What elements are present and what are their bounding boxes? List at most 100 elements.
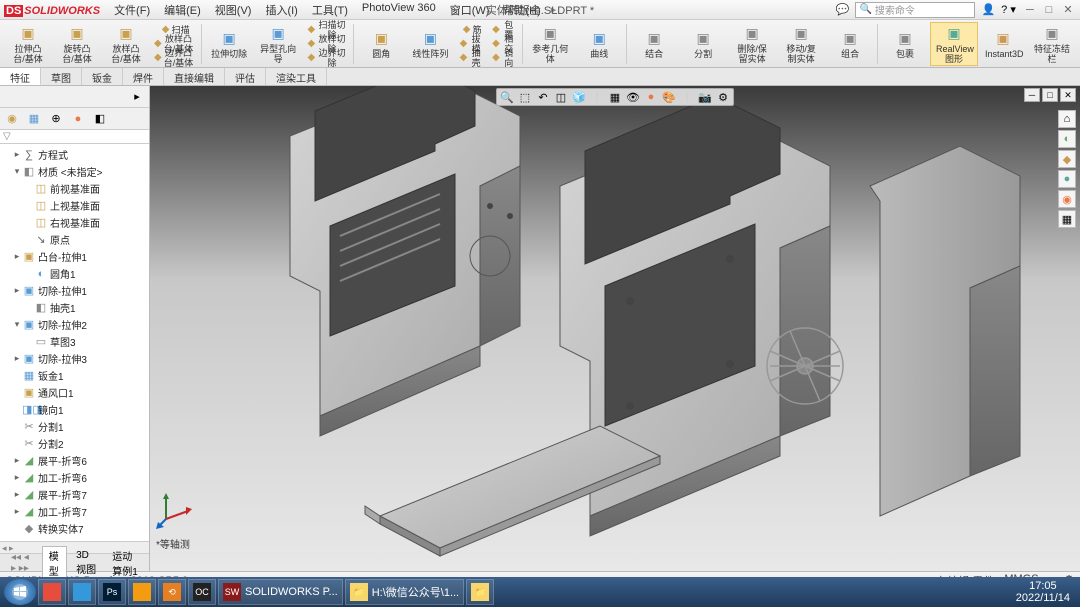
tree-item[interactable]: ✂分割1 bbox=[0, 418, 149, 435]
filter-icon[interactable]: ▽ bbox=[3, 131, 11, 142]
tree-item[interactable]: ▣通风口1 bbox=[0, 384, 149, 401]
vp-face-icon[interactable]: ◐ bbox=[1058, 130, 1076, 148]
ribbon-button[interactable]: ▣Instant3D bbox=[979, 22, 1027, 66]
ribbon-button-small[interactable]: ◆边界切除 bbox=[303, 51, 350, 65]
hide-show-icon[interactable]: 👁 bbox=[626, 90, 640, 104]
model-tab[interactable]: 运动算例1 bbox=[105, 546, 145, 580]
ribbon-button[interactable]: ▣结合 bbox=[630, 22, 678, 66]
ribbon-button[interactable]: ▣线性阵列 bbox=[406, 22, 454, 66]
taskbar-item[interactable]: ⟲ bbox=[158, 579, 186, 605]
taskbar-item[interactable] bbox=[38, 579, 66, 605]
settings-icon[interactable]: ⚙ bbox=[716, 90, 730, 104]
display-style-icon[interactable]: ▦ bbox=[608, 90, 622, 104]
ribbon-button[interactable]: ▣拉伸切除 bbox=[205, 22, 253, 66]
display-icon[interactable]: ◧ bbox=[92, 111, 108, 127]
ribbon-button[interactable]: ▣旋转凸台/基体 bbox=[53, 22, 101, 66]
ribbon-button[interactable]: ▣异型孔向导 bbox=[254, 22, 302, 66]
balloon-icon[interactable]: 💬 bbox=[836, 3, 850, 16]
appearance-icon[interactable]: ● bbox=[70, 111, 86, 127]
ribbon-button[interactable]: ▣拉伸凸台/基体 bbox=[4, 22, 52, 66]
vp-tool1-icon[interactable]: ◆ bbox=[1058, 150, 1076, 168]
tree-item[interactable]: ▦钣金1 bbox=[0, 367, 149, 384]
tree-item[interactable]: ◫前视基准面 bbox=[0, 180, 149, 197]
minimize-button[interactable]: ─ bbox=[1022, 4, 1038, 16]
ribbon-button-small[interactable]: ◆抽壳 bbox=[455, 51, 487, 65]
start-button[interactable] bbox=[4, 579, 36, 605]
tree-item[interactable]: ▭草图3 bbox=[0, 333, 149, 350]
taskbar-item[interactable]: SWSOLIDWORKS P... bbox=[218, 579, 343, 605]
ribbon-button[interactable]: ▣包裹 bbox=[881, 22, 929, 66]
ribbon-button[interactable]: ▣分割 bbox=[679, 22, 727, 66]
ribbon-button[interactable]: ▣移动/复制实体 bbox=[777, 22, 825, 66]
ribbon-button-small[interactable]: ◆边界凸台/基体 bbox=[151, 51, 198, 65]
tree-item[interactable]: ▸▣凸台-拉伸1 bbox=[0, 248, 149, 265]
menu-item[interactable]: PhotoView 360 bbox=[356, 0, 442, 20]
taskbar-item[interactable] bbox=[68, 579, 96, 605]
tree-item[interactable]: ▸◢展平-折弯6 bbox=[0, 452, 149, 469]
search-input[interactable]: 🔍搜索命令 bbox=[855, 2, 975, 18]
ribbon-tab[interactable]: 钣金 bbox=[82, 68, 123, 85]
taskbar-item[interactable]: 📁 bbox=[466, 579, 494, 605]
ribbon-button[interactable]: ▣参考几何体 bbox=[526, 22, 574, 66]
taskbar-item[interactable]: 📁H:\微信公众号\1... bbox=[345, 579, 464, 605]
appearance-icon2[interactable]: ● bbox=[644, 90, 658, 104]
user-icon[interactable]: 👤 bbox=[981, 3, 995, 16]
taskbar-item[interactable]: OC bbox=[188, 579, 216, 605]
view-triad[interactable] bbox=[156, 489, 196, 529]
model-tab[interactable]: 模型 bbox=[42, 546, 67, 580]
tree-item[interactable]: ▸∑方程式 bbox=[0, 146, 149, 163]
config-icon[interactable]: ▦ bbox=[26, 111, 42, 127]
tree-item[interactable]: ▸◢展平-折弯7 bbox=[0, 486, 149, 503]
render-icon[interactable]: 📷 bbox=[698, 90, 712, 104]
ribbon-tab[interactable]: 评估 bbox=[225, 68, 266, 85]
tree-item[interactable]: ▾▣切除-拉伸2 bbox=[0, 316, 149, 333]
ribbon-button[interactable]: ▣曲线 bbox=[575, 22, 623, 66]
feature-tree[interactable]: ▸∑方程式▾◧材质 <未指定>◫前视基准面◫上视基准面◫右视基准面↘原点▸▣凸台… bbox=[0, 144, 149, 541]
vp-home-icon[interactable]: ⌂ bbox=[1058, 110, 1076, 128]
prev-view-icon[interactable]: ↶ bbox=[536, 90, 550, 104]
tree-item[interactable]: ↘原点 bbox=[0, 231, 149, 248]
menu-item[interactable]: 文件(F) bbox=[108, 0, 156, 20]
menu-item[interactable]: 视图(V) bbox=[209, 0, 258, 20]
close-button[interactable]: ✕ bbox=[1060, 3, 1076, 16]
tree-item[interactable]: ✂分割2 bbox=[0, 435, 149, 452]
ribbon-tab[interactable]: 特征 bbox=[0, 68, 41, 85]
help-icon[interactable]: ? ▾ bbox=[1001, 3, 1016, 16]
taskbar-item[interactable] bbox=[128, 579, 156, 605]
vp-tool3-icon[interactable]: ◉ bbox=[1058, 190, 1076, 208]
orient-icon[interactable]: 🧊 bbox=[572, 90, 586, 104]
menu-item[interactable]: 编辑(E) bbox=[158, 0, 207, 20]
3d-viewport[interactable]: 🔍 ⬚ ↶ ◫ 🧊 | ▦ 👁 ● 🎨 | 📷 ⚙ ─ □ ✕ ⌂ ◐ ◆ ● … bbox=[150, 86, 1080, 571]
menu-item[interactable]: 工具(T) bbox=[306, 0, 354, 20]
ribbon-tab[interactable]: 焊件 bbox=[123, 68, 164, 85]
ribbon-tab[interactable]: 草图 bbox=[41, 68, 82, 85]
taskbar-item[interactable]: Ps bbox=[98, 579, 126, 605]
panel-pin-icon[interactable]: ▸ bbox=[129, 89, 145, 105]
tree-item[interactable]: ▸◢加工-折弯7 bbox=[0, 503, 149, 520]
tree-item[interactable]: ▸▣切除-拉伸1 bbox=[0, 282, 149, 299]
maximize-button[interactable]: □ bbox=[1041, 4, 1057, 16]
tree-item[interactable]: ◫上视基准面 bbox=[0, 197, 149, 214]
section-icon[interactable]: ◫ bbox=[554, 90, 568, 104]
model-tab[interactable]: 3D 视图 bbox=[69, 548, 103, 578]
ribbon-button[interactable]: ▣组合 bbox=[826, 22, 874, 66]
prop-icon[interactable]: ⊕ bbox=[48, 111, 64, 127]
ribbon-button[interactable]: ▣RealView 图形 bbox=[930, 22, 978, 66]
vp-tool2-icon[interactable]: ● bbox=[1058, 170, 1076, 188]
menu-item[interactable]: 插入(I) bbox=[259, 0, 303, 20]
ribbon-button[interactable]: ▣放样凸台/基体 bbox=[102, 22, 150, 66]
ribbon-button[interactable]: ▣删除/保留实体 bbox=[728, 22, 776, 66]
tree-item[interactable]: ◧抽壳1 bbox=[0, 299, 149, 316]
ribbon-tab[interactable]: 渲染工具 bbox=[266, 68, 327, 85]
vp-tool4-icon[interactable]: ▦ bbox=[1058, 210, 1076, 228]
vp-maximize-button[interactable]: □ bbox=[1042, 88, 1058, 102]
tree-item[interactable]: ◫右视基准面 bbox=[0, 214, 149, 231]
ribbon-button[interactable]: ▣圆角 bbox=[357, 22, 405, 66]
tree-item[interactable]: ◐圆角1 bbox=[0, 265, 149, 282]
scene-icon[interactable]: 🎨 bbox=[662, 90, 676, 104]
ribbon-button-small[interactable]: ◆镜向 bbox=[488, 51, 520, 65]
vp-minimize-button[interactable]: ─ bbox=[1024, 88, 1040, 102]
tree-item[interactable]: ▸▣切除-拉伸3 bbox=[0, 350, 149, 367]
vp-close-button[interactable]: ✕ bbox=[1060, 88, 1076, 102]
ribbon-tab[interactable]: 直接编辑 bbox=[164, 68, 225, 85]
